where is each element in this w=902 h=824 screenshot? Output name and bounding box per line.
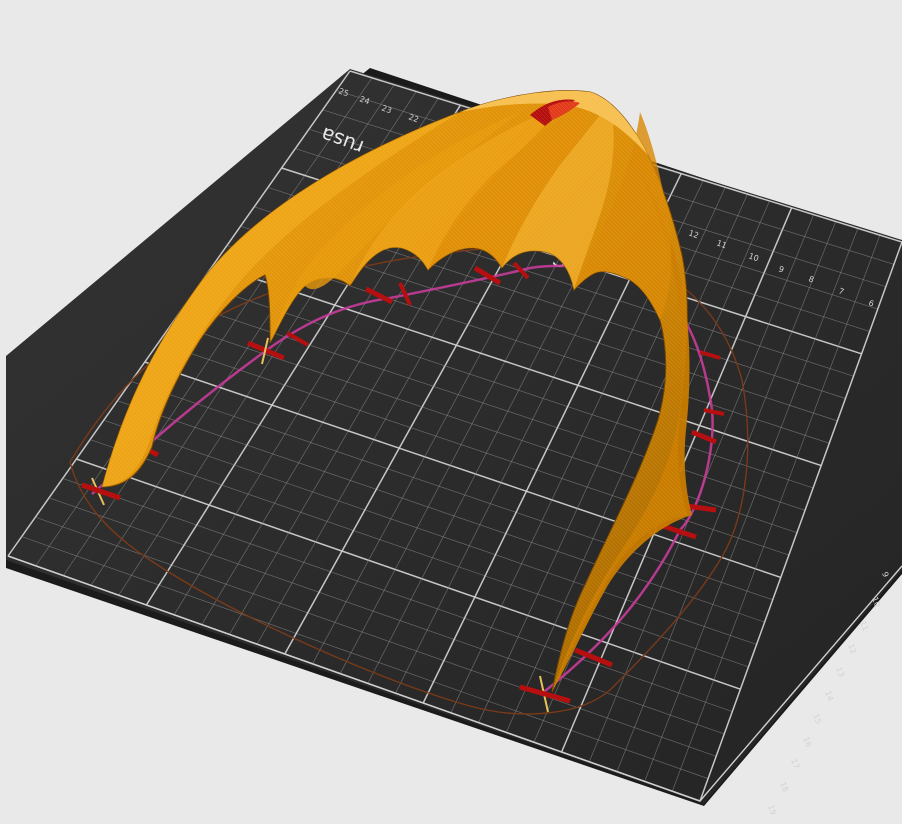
axis-label: 14 [823, 690, 835, 703]
slicer-preview-viewport[interactable]: 25 24 23 22 12 11 10 9 8 7 6 9 10 11 12 13 14 15 16 17 18 1… [0, 0, 902, 824]
axis-label: 11 [858, 620, 870, 633]
axis-label: 15 [811, 713, 823, 726]
axis-label: 12 [846, 643, 858, 656]
axis-label: 17 [789, 758, 801, 771]
axis-label: 18 [778, 781, 790, 794]
axis-label: 13 [834, 666, 846, 679]
3d-print-bed-scene[interactable]: 25242322 1211109876 91011121314151617181… [0, 0, 902, 824]
axis-label: 19 [766, 804, 778, 817]
axis-label: 16 [801, 736, 813, 749]
